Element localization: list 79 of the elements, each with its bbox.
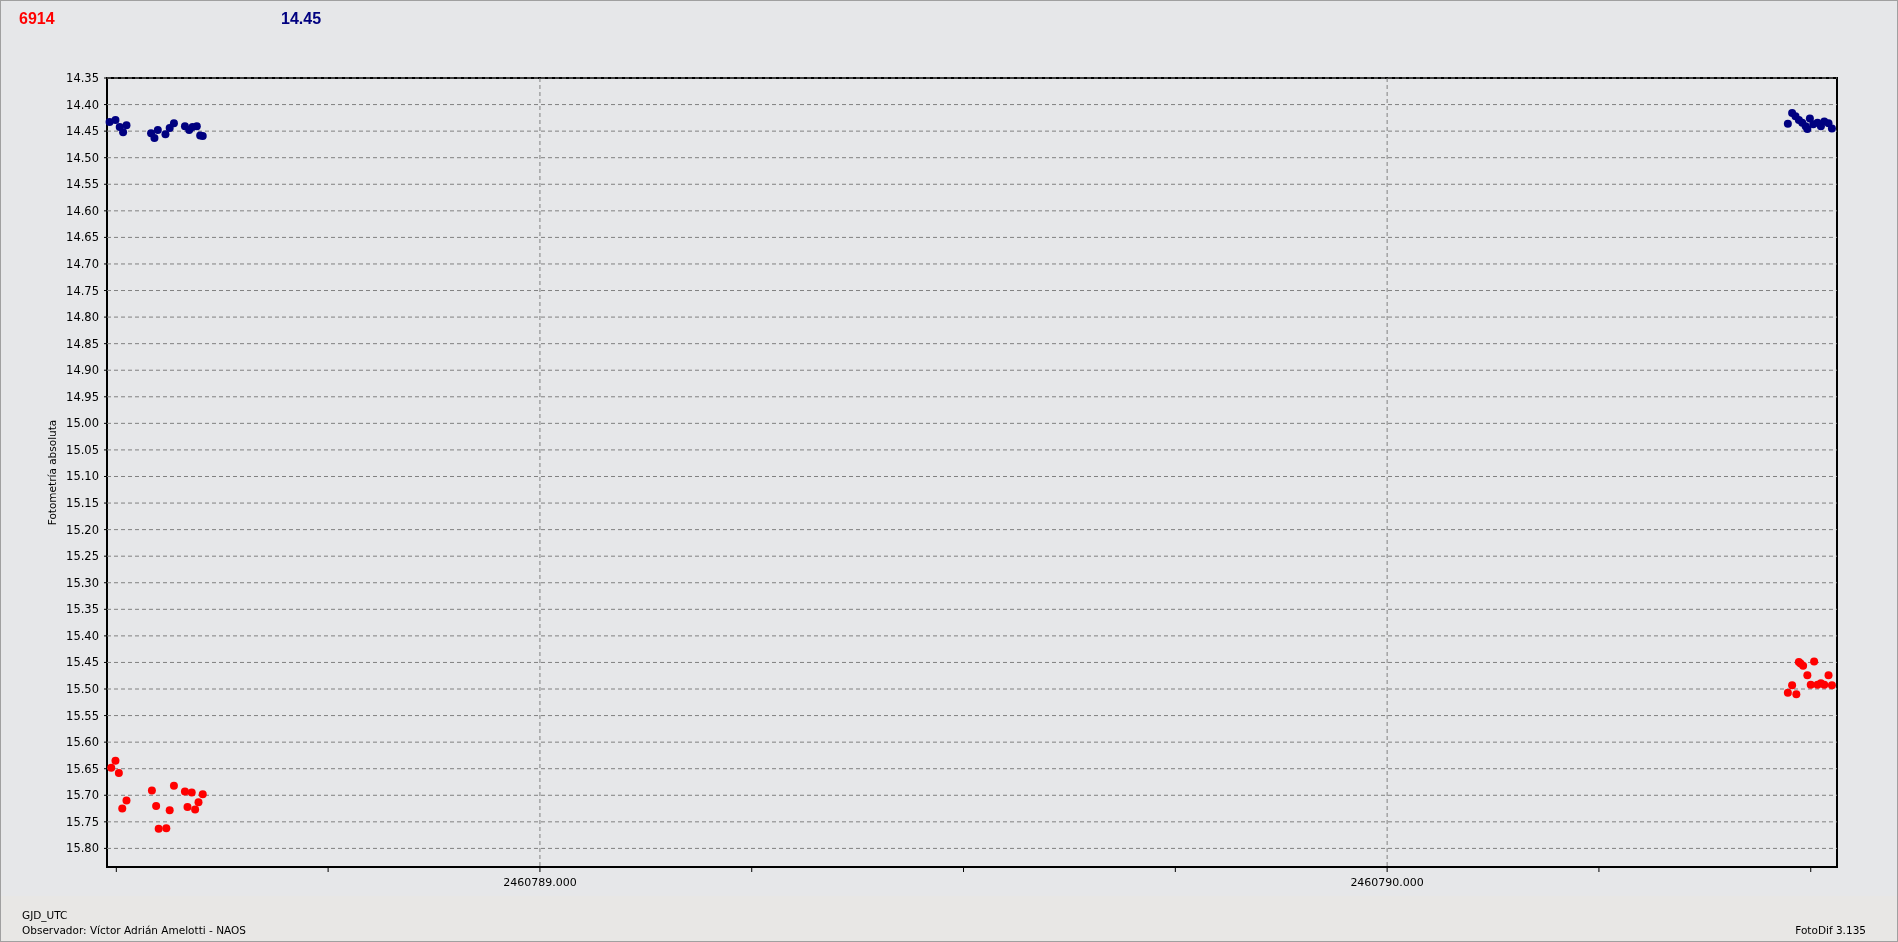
data-point (1783, 688, 1792, 697)
legend-label: 6914 (19, 10, 56, 28)
data-point (1820, 680, 1829, 689)
axis-label: 15.05 (66, 442, 99, 457)
axis-label: 15.80 (66, 841, 99, 856)
version-text: FotoDif 3.135 (1795, 924, 1866, 936)
axis-label: 2460789.000 (503, 876, 577, 889)
axis-label: 14.40 (66, 97, 99, 112)
observer-text: Observador: Víctor Adrián Amelotti - NAOS (22, 924, 246, 936)
data-point (169, 781, 178, 790)
axis-label: 14.90 (66, 363, 99, 378)
data-point (1810, 657, 1819, 666)
axis-label: 15.00 (66, 416, 99, 431)
axis-label: 15.35 (66, 602, 99, 617)
axis-label: 14.80 (66, 310, 99, 325)
data-point (198, 790, 207, 799)
data-point (153, 126, 162, 135)
data-point (150, 134, 159, 143)
data-point (1788, 681, 1797, 690)
axis-label: 15.10 (66, 469, 99, 484)
data-point (162, 824, 171, 833)
data-point (169, 119, 178, 128)
data-point (187, 788, 196, 797)
data-point (1805, 114, 1814, 123)
data-point (147, 786, 156, 795)
axis-title: GJD_UTC (22, 909, 69, 921)
data-point (152, 801, 161, 810)
axis-label: 15.50 (66, 682, 99, 696)
data-point (194, 798, 203, 807)
data-point (1803, 671, 1812, 680)
data-point (114, 768, 123, 777)
axis-label: 14.65 (66, 230, 99, 245)
data-point (191, 805, 200, 814)
data-point (122, 121, 131, 130)
data-point (165, 123, 174, 132)
axis-label: 14.85 (66, 336, 99, 351)
axis-label: 15.25 (66, 549, 99, 564)
axis-label: 15.55 (66, 708, 99, 723)
axis-label: 15.15 (66, 496, 99, 511)
data-point (119, 128, 128, 137)
data-point (1824, 671, 1833, 680)
data-point (105, 118, 114, 127)
axis-label: 15.60 (66, 735, 99, 750)
data-point (183, 802, 192, 811)
data-point (1783, 119, 1792, 128)
axis-label: 14.95 (66, 389, 99, 404)
data-point (161, 130, 170, 139)
data-point (111, 115, 120, 124)
data-point (1806, 680, 1815, 689)
axis-label: 15.40 (66, 628, 99, 643)
data-point (107, 763, 116, 772)
axis-label: 15.75 (66, 814, 99, 829)
data-point (192, 122, 201, 131)
axis-label: 15.45 (66, 655, 99, 670)
data-point (115, 122, 124, 131)
axis-label: 15.30 (66, 575, 99, 590)
axis-label: 14.50 (66, 150, 99, 165)
data-point (180, 787, 189, 796)
axis-label: 14.35 (66, 71, 99, 85)
axis-label: 14.60 (66, 203, 99, 218)
data-point (1799, 661, 1808, 670)
data-point (122, 796, 131, 805)
axis-label: 15.65 (66, 761, 99, 776)
axis-title: Fotometría absoluta (46, 419, 58, 526)
data-point (165, 806, 174, 815)
axis-label: 14.70 (66, 256, 99, 271)
axis-label: 14.45 (66, 124, 99, 139)
axis-label: 14.75 (66, 283, 99, 298)
data-point (1827, 124, 1836, 133)
axis-label: 15.20 (66, 522, 99, 537)
data-point (154, 824, 163, 833)
axis-label: 2460790.000 (1350, 876, 1424, 889)
legend-label: 14.45 (281, 10, 323, 28)
data-point (1792, 690, 1801, 699)
data-point (118, 804, 127, 813)
axis-label: 14.55 (66, 177, 99, 192)
data-point (111, 756, 120, 765)
axis-label: 15.70 (66, 788, 99, 803)
data-point (1827, 681, 1836, 690)
